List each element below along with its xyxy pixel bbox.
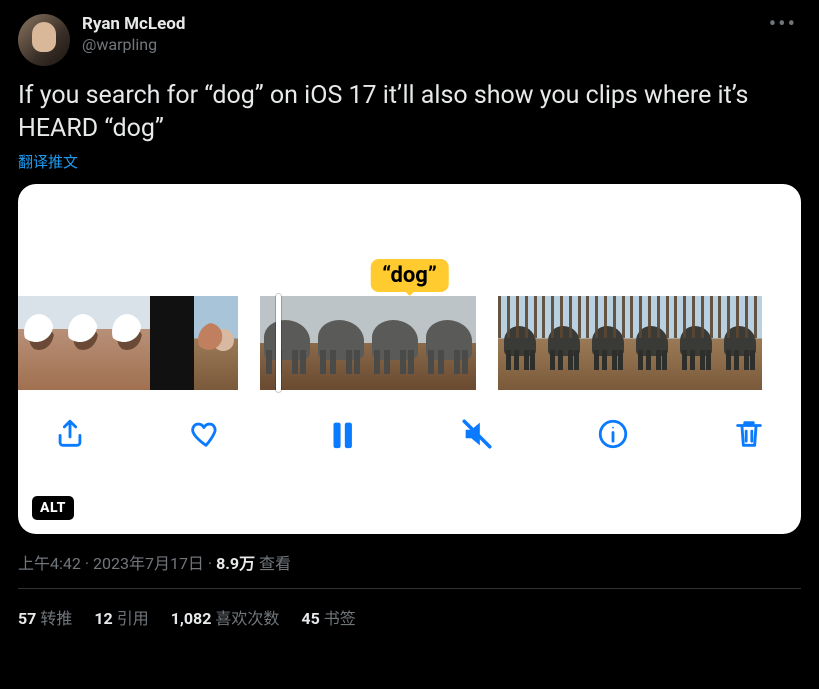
meta-time[interactable]: 上午4:42: [18, 554, 81, 573]
display-name[interactable]: Ryan McLeod: [82, 14, 185, 35]
media-card[interactable]: “dog”: [18, 184, 801, 534]
timeline-frame[interactable]: [674, 296, 718, 390]
author-names: Ryan McLeod @warpling: [82, 14, 185, 55]
timeline-frame[interactable]: [498, 296, 542, 390]
clip-group-1[interactable]: [18, 296, 238, 390]
stat-quotes[interactable]: 12引用: [94, 605, 148, 629]
share-icon[interactable]: [48, 412, 92, 456]
clip-group-3[interactable]: [498, 296, 762, 390]
timeline-frame[interactable]: [630, 296, 674, 390]
views-label: 查看: [255, 554, 291, 573]
tweet: Ryan McLeod @warpling ••• If you search …: [0, 0, 819, 629]
clip-group-2[interactable]: [260, 296, 476, 390]
timeline-frame[interactable]: [542, 296, 586, 390]
more-icon[interactable]: •••: [765, 14, 801, 35]
tweet-text: If you search for “dog” on iOS 17 it’ll …: [18, 80, 801, 145]
mute-icon[interactable]: [455, 412, 499, 456]
timeline-frame[interactable]: [586, 296, 630, 390]
trash-icon[interactable]: [727, 412, 771, 456]
timeline-frame[interactable]: [106, 296, 150, 390]
tweet-header: Ryan McLeod @warpling •••: [18, 14, 801, 66]
timeline-frame[interactable]: [260, 296, 314, 390]
stat-retweets[interactable]: 57转推: [18, 605, 72, 629]
timeline-frame[interactable]: [718, 296, 762, 390]
video-timeline[interactable]: [18, 296, 801, 390]
meta-date[interactable]: 2023年7月17日: [93, 554, 204, 573]
info-icon[interactable]: [591, 412, 635, 456]
timeline-frame[interactable]: [194, 296, 238, 390]
alt-badge[interactable]: ALT: [32, 496, 74, 520]
timeline-frame[interactable]: [314, 296, 368, 390]
media-toolbar: [18, 390, 801, 456]
views-count: 8.9万: [216, 554, 255, 573]
playhead[interactable]: [276, 294, 281, 392]
timeline-frame[interactable]: [422, 296, 476, 390]
media-top: “dog”: [18, 184, 801, 296]
translate-link[interactable]: 翻译推文: [18, 151, 801, 172]
tweet-meta: 上午4:42 · 2023年7月17日 · 8.9万 查看: [18, 550, 801, 589]
timeline-frame[interactable]: [18, 296, 62, 390]
handle[interactable]: @warpling: [82, 35, 185, 55]
stat-bookmarks[interactable]: 45书签: [301, 605, 355, 629]
avatar[interactable]: [18, 14, 70, 66]
tweet-stats: 57转推 12引用 1,082喜欢次数 45书签: [18, 589, 801, 629]
search-tooltip: “dog”: [370, 259, 449, 292]
timeline-frame[interactable]: [368, 296, 422, 390]
timeline-frame[interactable]: [150, 296, 194, 390]
pause-icon[interactable]: [320, 412, 364, 456]
heart-icon[interactable]: [184, 412, 228, 456]
stat-likes[interactable]: 1,082喜欢次数: [171, 605, 280, 629]
timeline-frame[interactable]: [62, 296, 106, 390]
